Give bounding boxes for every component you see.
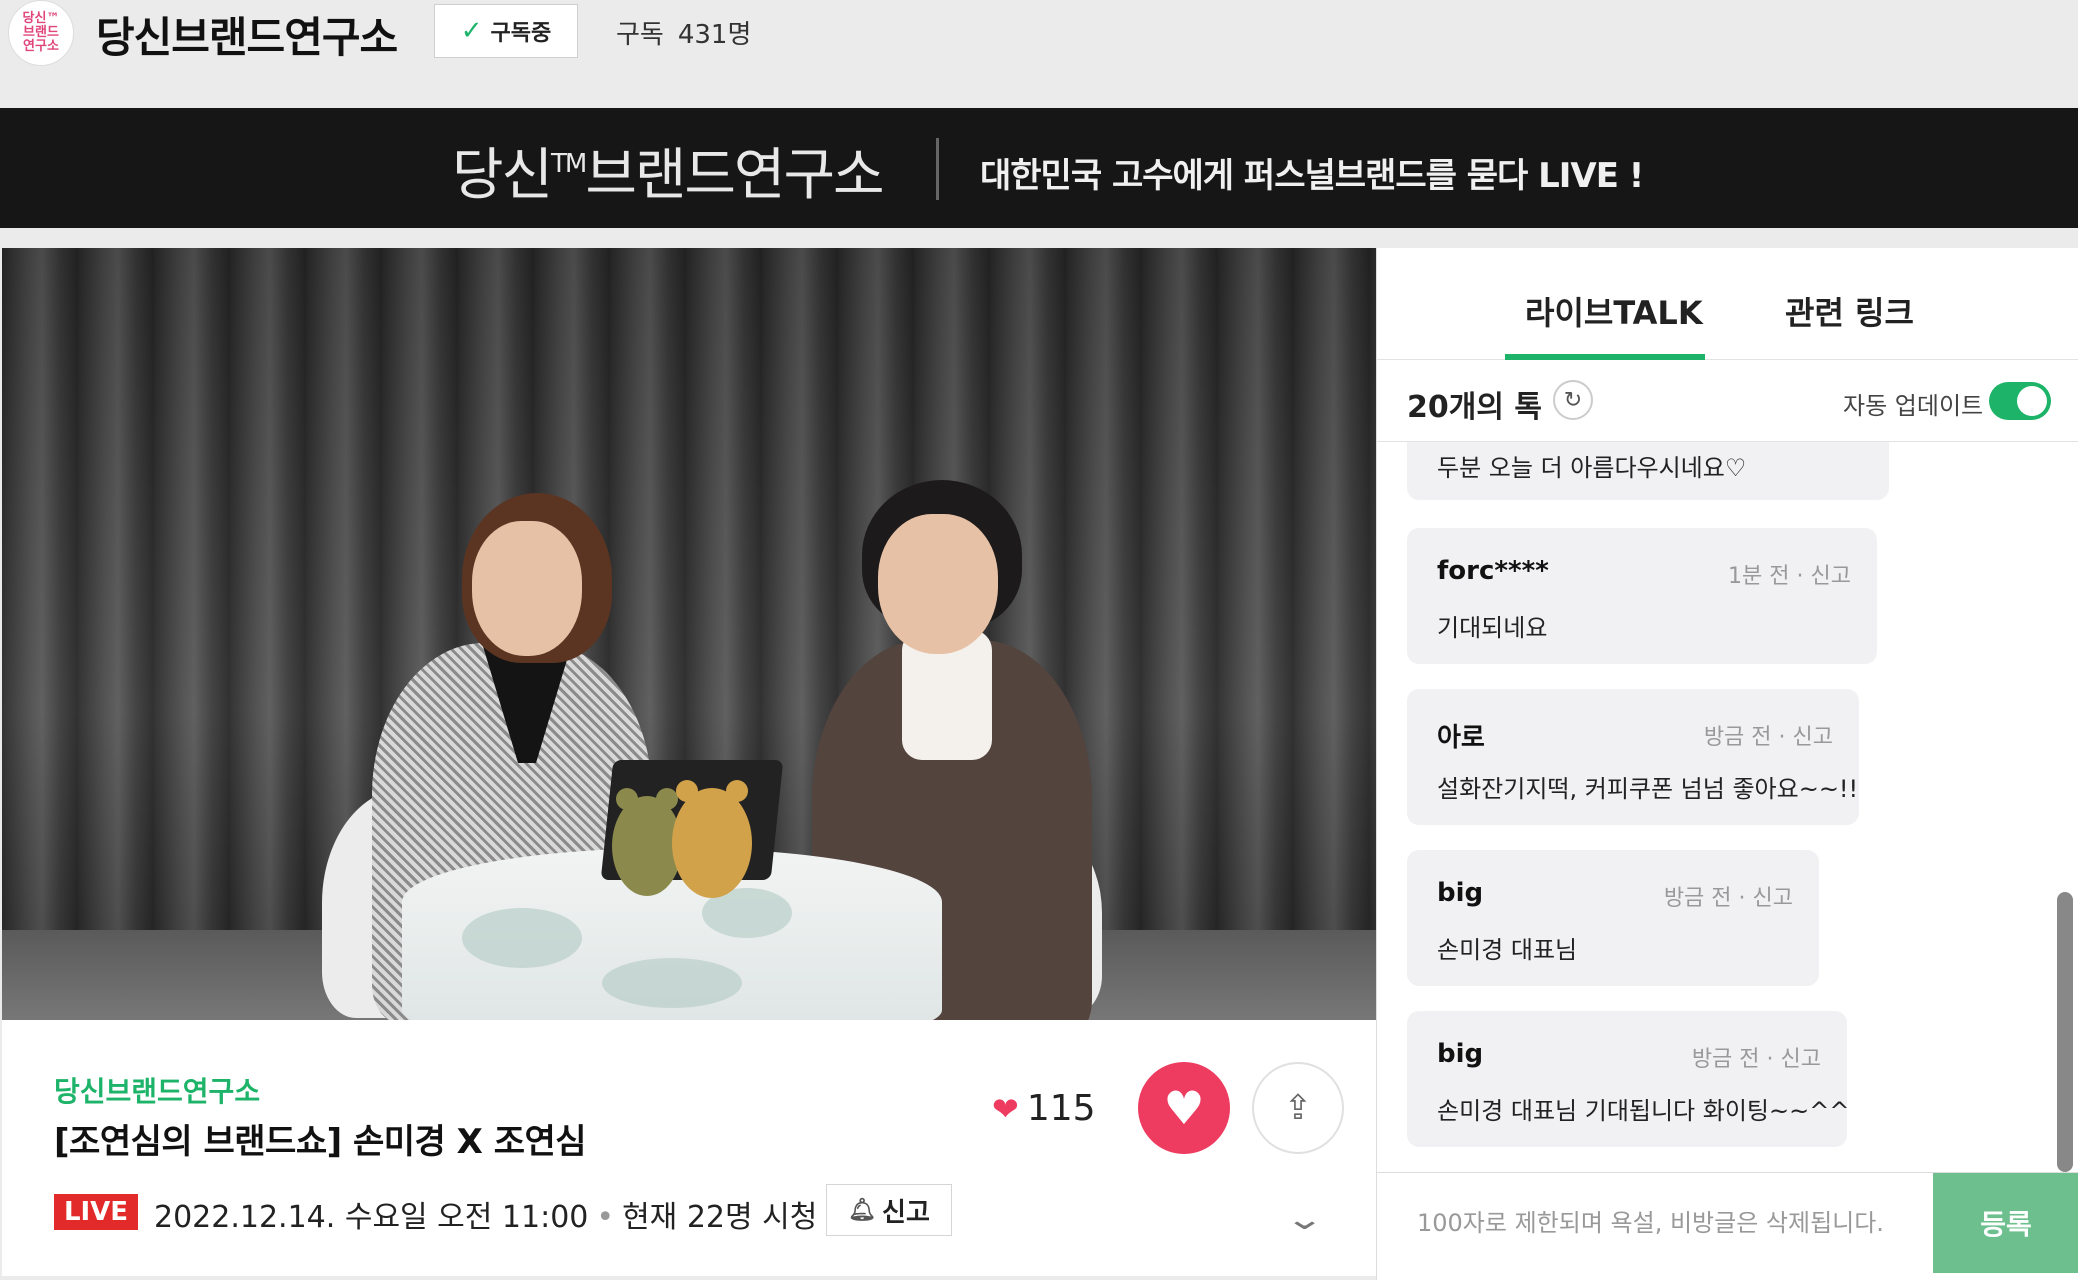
bell-icon: 🔔︎	[848, 1197, 877, 1223]
subscriber-count-value: 431명	[677, 20, 752, 50]
share-icon: ⇪	[1283, 1088, 1313, 1128]
chat-scrollbar[interactable]	[2049, 442, 2078, 1172]
subscribe-button[interactable]: ✓ 구독중	[434, 4, 578, 58]
chat-report-link[interactable]: 신고	[1811, 564, 1851, 589]
chat-message-text: 기대되네요	[1437, 614, 1548, 642]
stream-meta: 2022.12.14. 수요일 오전 11:00 • 현재 22명 시청	[154, 1200, 818, 1235]
chat-message-user: big	[1437, 1039, 1484, 1069]
chat-report-link[interactable]: 신고	[1753, 886, 1793, 911]
chat-message-time: 1분 전	[1728, 564, 1790, 589]
channel-banner: 당신TM브랜드연구소 대한민국 고수에게 퍼스널브랜드를 묻다 LIVE !	[0, 108, 2078, 228]
chat-message-user: 아로	[1437, 723, 1485, 753]
chat-input-bar: 등록	[1377, 1172, 2078, 1280]
chat-input[interactable]	[1377, 1173, 1933, 1273]
channel-name[interactable]: 당신브랜드연구소	[96, 4, 398, 65]
stream-info: 당신브랜드연구소 [조연심의 브랜드쇼] 손미경 X 조연심 LIVE 2022…	[2, 1020, 1376, 1276]
like-button[interactable]: ♥	[1138, 1062, 1230, 1154]
chat-panel: 라이브TALK 관련 링크 20개의 톡 ↻ 자동 업데이트 두분 오늘 더 아…	[1376, 248, 2078, 1280]
chat-message: big 방금 전 · 신고 손미경 대표님 기대됩니다 화이팅~~^^	[1407, 1011, 1850, 1147]
stream-channel-link[interactable]: 당신브랜드연구소	[54, 1070, 260, 1110]
talk-count: 20개의 톡	[1407, 390, 1542, 425]
like-count-value: 115	[1026, 1088, 1096, 1129]
chat-message-text: 설화잔기지떡, 커피쿠폰 넘넘 좋아요~~!!	[1437, 775, 1859, 803]
chat-message-time: 방금 전	[1703, 725, 1772, 750]
banner-logo-part2: 브랜드연구소	[585, 143, 884, 208]
like-count: ❤ 115	[992, 1088, 1096, 1129]
chat-message-text: 손미경 대표님 기대됩니다 화이팅~~^^	[1437, 1097, 1850, 1125]
subscribe-label: 구독중	[490, 21, 552, 46]
refresh-icon[interactable]: ↻	[1553, 380, 1593, 420]
chat-message: big 방금 전 · 신고 손미경 대표님	[1407, 850, 1819, 986]
tab-live-talk[interactable]: 라이브TALK	[1525, 288, 1703, 334]
heart-icon: ❤	[992, 1089, 1019, 1128]
banner-tagline: 대한민국 고수에게 퍼스널브랜드를 묻다 LIVE !	[980, 156, 1644, 196]
chat-message-text: 두분 오늘 더 아름다우시네요♡	[1437, 454, 1747, 482]
chat-message-time: 방금 전	[1691, 1047, 1760, 1072]
chat-message: 아로 방금 전 · 신고 설화잔기지떡, 커피쿠폰 넘넘 좋아요~~!!	[1407, 689, 1859, 825]
panel-tabs: 라이브TALK 관련 링크	[1377, 248, 2078, 360]
chat-message: 두분 오늘 더 아름다우시네요♡	[1407, 442, 1889, 500]
hearts-icon: ♥	[1163, 1081, 1205, 1135]
channel-logo-text: 당신™ 브랜드 연구소	[22, 11, 60, 54]
talk-toolbar: 20개의 톡 ↻ 자동 업데이트	[1377, 360, 2078, 442]
banner-logo-part1: 당신	[452, 143, 553, 208]
live-badge: LIVE	[54, 1194, 138, 1230]
viewer-count: 현재 22명 시청	[622, 1200, 818, 1235]
chat-report-link[interactable]: 신고	[1793, 725, 1833, 750]
channel-header: 당신™ 브랜드 연구소 당신브랜드연구소 ✓ 구독중 구독 431명	[0, 0, 2078, 108]
chat-message-user: big	[1437, 878, 1484, 908]
teddy-bear-yellow	[672, 780, 752, 898]
video-player[interactable]	[2, 248, 1376, 1020]
banner-divider	[936, 138, 939, 200]
auto-update-toggle[interactable]	[1989, 382, 2051, 420]
channel-logo[interactable]: 당신™ 브랜드 연구소	[8, 0, 74, 66]
subscriber-count: 구독 431명	[616, 14, 751, 51]
auto-update-label: 자동 업데이트	[1843, 392, 1984, 420]
chat-message-time: 방금 전	[1663, 886, 1732, 911]
banner-logo: 당신TM브랜드연구소	[452, 130, 885, 211]
chevron-down-icon[interactable]: ⌄	[1284, 1202, 1324, 1237]
chat-message-text: 손미경 대표님	[1437, 936, 1578, 964]
chat-message-list: 두분 오늘 더 아름다우시네요♡ forc**** 1분 전 · 신고 기대되네…	[1377, 442, 2049, 1172]
check-icon: ✓	[460, 16, 483, 46]
stream-title: [조연심의 브랜드쇼] 손미경 X 조연심	[54, 1122, 587, 1162]
report-button[interactable]: 🔔︎ 신고	[826, 1184, 952, 1236]
tab-related-links[interactable]: 관련 링크	[1785, 288, 1914, 334]
share-button[interactable]: ⇪	[1252, 1062, 1344, 1154]
stream-datetime: 2022.12.14. 수요일 오전 11:00	[154, 1200, 589, 1235]
chat-message: forc**** 1분 전 · 신고 기대되네요	[1407, 528, 1877, 664]
send-button[interactable]: 등록	[1933, 1173, 2078, 1273]
banner-logo-tm: TM	[551, 149, 587, 179]
subscriber-count-label: 구독	[616, 20, 664, 50]
report-label: 신고	[882, 1197, 930, 1228]
chat-message-user: forc****	[1437, 556, 1549, 586]
scrollbar-thumb[interactable]	[2057, 892, 2073, 1172]
chat-report-link[interactable]: 신고	[1781, 1047, 1821, 1072]
